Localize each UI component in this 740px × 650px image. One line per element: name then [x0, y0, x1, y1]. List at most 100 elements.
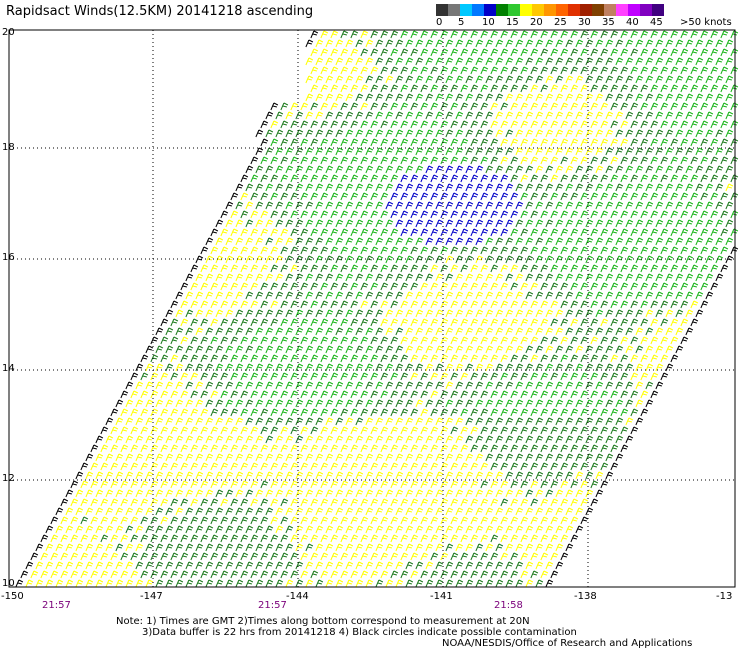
wind-barb: [535, 39, 544, 48]
wind-barb: [375, 183, 384, 192]
wind-barb: [695, 201, 704, 210]
wind-barb: [540, 318, 549, 327]
wind-barb: [505, 57, 514, 66]
wind-barb: [430, 174, 439, 183]
wind-barb: [675, 273, 684, 282]
wind-barb: [350, 66, 359, 75]
wind-barb: [490, 426, 499, 435]
wind-barb: [365, 183, 374, 192]
wind-barb: [620, 318, 629, 327]
wind-barb: [540, 444, 549, 453]
wind-barb: [575, 39, 584, 48]
wind-barb: [415, 327, 424, 336]
wind-barb: [485, 561, 494, 570]
wind-barb: [270, 282, 279, 291]
wind-barb: [505, 417, 514, 426]
wind-barb: [175, 309, 184, 318]
wind-barb: [410, 192, 419, 201]
wind-barb: [350, 120, 359, 129]
wind-barb: [665, 165, 674, 174]
wind-barb: [580, 174, 589, 183]
wind-barb: [645, 93, 654, 102]
wind-barb: [315, 579, 324, 588]
wind-barb: [275, 417, 284, 426]
wind-barb: [395, 111, 404, 120]
wind-barb: [300, 228, 309, 237]
wind-barb: [165, 345, 174, 354]
wind-barb: [340, 534, 349, 543]
wind-barb: [525, 57, 534, 66]
wind-barb: [575, 309, 584, 318]
wind-barb: [515, 129, 524, 138]
wind-barb: [170, 444, 179, 453]
wind-barb: [345, 309, 354, 318]
wind-barb: [365, 165, 374, 174]
wind-barb: [535, 381, 544, 390]
wind-barb: [540, 300, 549, 309]
wind-barb: [425, 381, 434, 390]
wind-barb: [110, 570, 119, 579]
wind-barb: [660, 372, 669, 381]
wind-barb: [560, 174, 569, 183]
wind-barb: [355, 75, 364, 84]
wind-barb: [570, 48, 579, 57]
wind-barb: [60, 534, 69, 543]
wind-barb: [80, 570, 89, 579]
wind-barb: [645, 381, 654, 390]
wind-barb: [185, 381, 194, 390]
wind-barb: [485, 129, 494, 138]
wind-barb: [140, 444, 149, 453]
wind-barb: [275, 129, 284, 138]
wind-barb: [360, 246, 369, 255]
wind-barb: [620, 228, 629, 237]
wind-barb: [360, 120, 369, 129]
wind-barb: [670, 282, 679, 291]
wind-barb: [575, 489, 584, 498]
wind-barb: [690, 246, 699, 255]
wind-barb: [360, 264, 369, 273]
wind-barb: [490, 318, 499, 327]
wind-barb: [505, 489, 514, 498]
wind-barb: [530, 264, 539, 273]
wind-barb: [635, 327, 644, 336]
wind-barb: [365, 309, 374, 318]
wind-barb: [530, 534, 539, 543]
wind-barb: [540, 156, 549, 165]
note-line-3: NOAA/NESDIS/Office of Research and Appli…: [442, 638, 693, 649]
wind-barb: [465, 579, 474, 588]
wind-barb: [180, 570, 189, 579]
wind-barb: [580, 48, 589, 57]
wind-barb: [565, 525, 574, 534]
wind-barb: [650, 264, 659, 273]
wind-barb: [690, 138, 699, 147]
wind-barb: [585, 399, 594, 408]
wind-barb: [320, 192, 329, 201]
wind-barb: [520, 66, 529, 75]
wind-barb: [415, 399, 424, 408]
wind-barb: [245, 201, 254, 210]
wind-barb: [245, 543, 254, 552]
wind-barb: [310, 462, 319, 471]
wind-barb: [660, 120, 669, 129]
wind-barb: [420, 552, 429, 561]
wind-barb: [415, 57, 424, 66]
wind-barb: [505, 291, 514, 300]
wind-barb: [590, 372, 599, 381]
wind-barb: [450, 264, 459, 273]
wind-barb: [460, 462, 469, 471]
wind-barb: [410, 336, 419, 345]
wind-barb: [425, 471, 434, 480]
wind-barb: [580, 354, 589, 363]
wind-barb: [515, 417, 524, 426]
wind-barb: [490, 354, 499, 363]
wind-barb: [550, 480, 559, 489]
wind-barb: [295, 147, 304, 156]
wind-barb: [170, 462, 179, 471]
wind-barb: [455, 201, 464, 210]
wind-barb: [335, 219, 344, 228]
wind-barb: [580, 120, 589, 129]
wind-barb: [505, 327, 514, 336]
wind-barb: [410, 498, 419, 507]
wind-barb: [80, 516, 89, 525]
wind-barb: [595, 489, 604, 498]
